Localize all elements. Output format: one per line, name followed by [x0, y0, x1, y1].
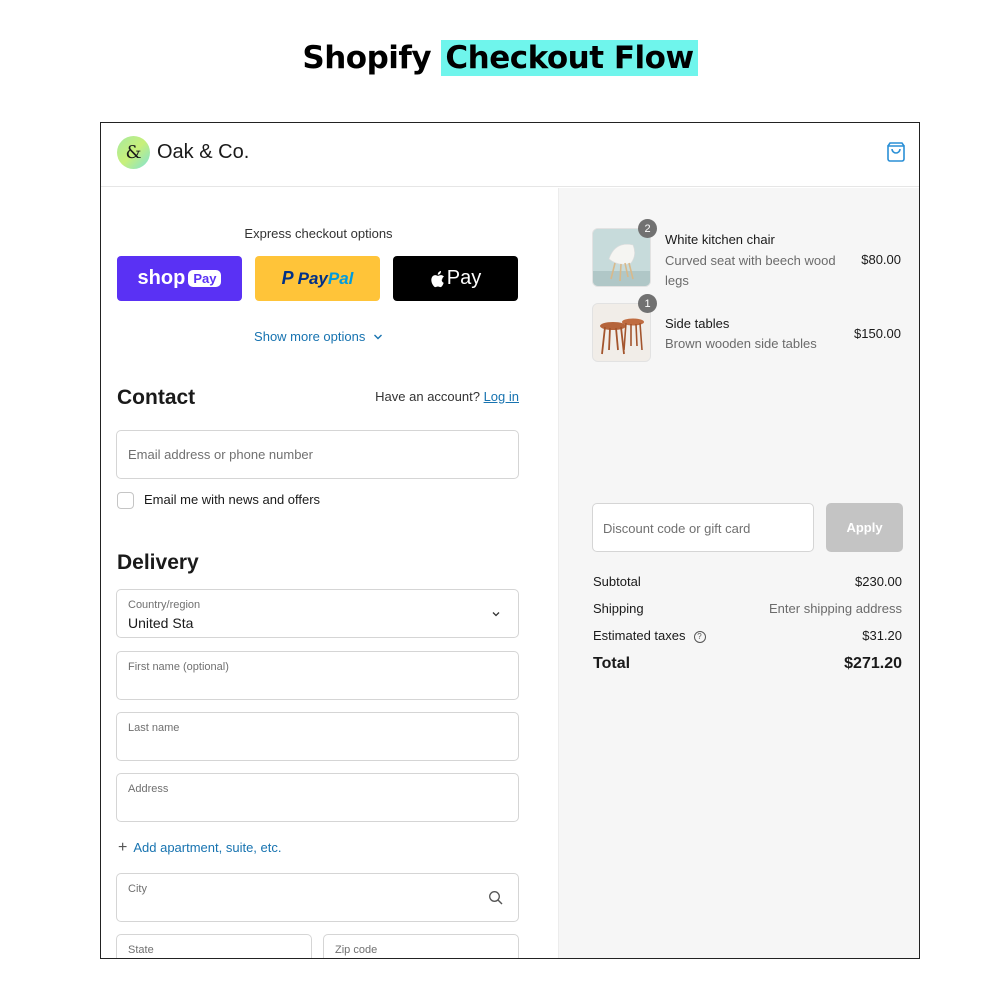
- search-icon[interactable]: [488, 890, 504, 906]
- quantity-badge: 2: [638, 219, 657, 238]
- page-title: Shopify Checkout Flow: [0, 40, 1000, 76]
- have-account-text: Have an account? Log in: [375, 389, 519, 404]
- checkout-window: & Oak & Co. Express checkout options sho…: [100, 122, 920, 959]
- taxes-label: Estimated taxes: [593, 628, 686, 643]
- item-description: Brown wooden side tables: [665, 336, 817, 351]
- first-name-field[interactable]: First name (optional): [116, 651, 519, 700]
- shipping-row: Shipping Enter shipping address: [593, 601, 902, 616]
- country-label: Country/region: [128, 599, 201, 611]
- item-price: $80.00: [861, 252, 901, 267]
- have-account-label: Have an account?: [375, 389, 480, 404]
- subtotal-label: Subtotal: [593, 574, 641, 589]
- item-price: $150.00: [854, 326, 901, 341]
- item-name: White kitchen chair: [665, 232, 775, 247]
- newsletter-checkbox[interactable]: [117, 492, 134, 509]
- apply-discount-button[interactable]: Apply: [826, 503, 903, 552]
- zip-code-field[interactable]: Zip code: [323, 934, 519, 958]
- total-value: $271.20: [844, 655, 902, 672]
- city-label: City: [128, 883, 147, 895]
- question-circle-icon[interactable]: ?: [693, 631, 706, 643]
- brand-logo[interactable]: &: [117, 136, 150, 169]
- item-description: Curved seat with beech wood legs: [665, 253, 836, 288]
- apple-pay-button[interactable]: Pay: [393, 256, 518, 301]
- page-title-plain: Shopify: [302, 40, 442, 76]
- last-name-label: Last name: [128, 722, 180, 734]
- apple-logo-icon: [431, 270, 444, 287]
- add-apartment-link[interactable]: + Add apartment, suite, etc.: [118, 839, 281, 857]
- item-name: Side tables: [665, 316, 730, 331]
- taxes-value: $31.20: [862, 628, 902, 643]
- chevron-down-icon: [373, 334, 382, 340]
- discount-code-field[interactable]: Discount code or gift card: [592, 503, 814, 552]
- shopping-bag-icon[interactable]: [885, 141, 907, 163]
- shop-pay-text: shop: [137, 267, 186, 289]
- first-name-label: First name (optional): [128, 661, 229, 673]
- chair-image: [593, 229, 650, 286]
- city-field[interactable]: City: [116, 873, 519, 922]
- total-row: Total $271.20: [593, 655, 902, 673]
- login-link[interactable]: Log in: [484, 389, 519, 404]
- plus-icon: +: [118, 839, 128, 856]
- shop-pay-button[interactable]: shop Pay: [117, 256, 242, 301]
- paypal-logo-icon: P: [281, 268, 294, 288]
- last-name-field[interactable]: Last name: [116, 712, 519, 761]
- checkout-form: Express checkout options shop Pay P Pay P…: [101, 188, 558, 958]
- show-more-label: Show more options: [254, 329, 366, 344]
- paypal-text-part2: Pal: [327, 268, 354, 288]
- subtotal-row: Subtotal $230.00: [593, 574, 902, 589]
- state-field[interactable]: State: [116, 934, 312, 958]
- page-title-highlight: Checkout Flow: [441, 40, 698, 76]
- email-placeholder: Email address or phone number: [128, 447, 313, 462]
- add-apartment-label: Add apartment, suite, etc.: [133, 840, 282, 855]
- subtotal-value: $230.00: [855, 574, 902, 589]
- brand-name[interactable]: Oak & Co.: [157, 141, 249, 164]
- zip-code-label: Zip code: [335, 944, 378, 956]
- paypal-button[interactable]: P Pay Pal: [255, 256, 380, 301]
- address-field[interactable]: Address: [116, 773, 519, 822]
- newsletter-label: Email me with news and offers: [144, 492, 321, 507]
- state-label: State: [128, 944, 154, 956]
- country-value: United Sta: [128, 615, 194, 631]
- order-summary: 2 White kitchen chair Curved seat with b…: [558, 188, 919, 958]
- shipping-value: Enter shipping address: [769, 601, 902, 616]
- country-select[interactable]: Country/region United Sta: [116, 589, 519, 638]
- contact-title: Contact: [117, 386, 196, 409]
- brand-logo-glyph: &: [125, 142, 142, 163]
- chevron-down-icon: [492, 612, 500, 617]
- email-field[interactable]: Email address or phone number: [116, 430, 519, 479]
- side-table-image: [593, 304, 650, 361]
- shop-pay-pill: Pay: [188, 270, 222, 287]
- address-label: Address: [128, 783, 169, 795]
- shipping-label: Shipping: [593, 601, 644, 616]
- taxes-row: Estimated taxes? $31.20: [593, 628, 902, 643]
- express-checkout-label: Express checkout options: [244, 226, 393, 241]
- paypal-text-part1: Pay: [297, 268, 328, 288]
- quantity-badge: 1: [638, 294, 657, 313]
- apple-pay-text: Pay: [446, 267, 482, 289]
- checkout-header: & Oak & Co.: [101, 123, 919, 187]
- show-more-options-link[interactable]: Show more options: [101, 329, 536, 344]
- total-label: Total: [593, 655, 631, 672]
- discount-placeholder: Discount code or gift card: [603, 521, 751, 536]
- delivery-title: Delivery: [117, 551, 199, 574]
